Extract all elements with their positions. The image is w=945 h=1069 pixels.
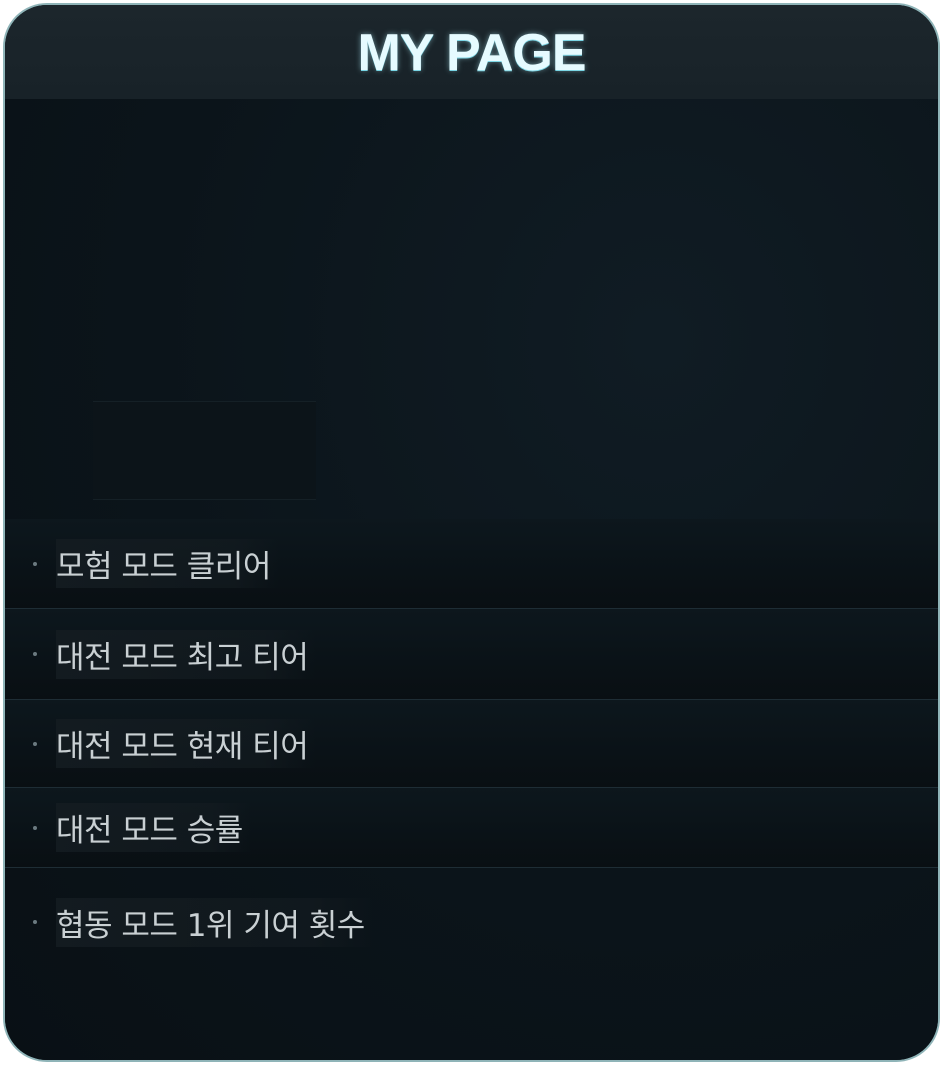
page-title: MY PAGE [357, 24, 586, 82]
stat-row-battle-current-tier: 대전 모드 현재 티어 [5, 700, 938, 788]
bullet-icon [33, 561, 37, 566]
stat-list: 모험 모드 클리어 대전 모드 최고 티어 대전 모드 현재 티어 대전 모드 … [5, 519, 938, 976]
stat-row-adventure-clear: 모험 모드 클리어 [5, 519, 938, 609]
panel-header: MY PAGE [5, 5, 938, 99]
stat-label: 협동 모드 1위 기여 횟수 [56, 897, 373, 947]
bullet-icon [33, 920, 37, 924]
panel-content: 모험 모드 클리어 대전 모드 최고 티어 대전 모드 현재 티어 대전 모드 … [5, 99, 938, 1060]
stat-row-coop-first-contribution: 협동 모드 1위 기여 횟수 [5, 868, 938, 976]
stat-label: 대전 모드 최고 티어 [56, 629, 317, 679]
bullet-icon [33, 825, 37, 830]
stat-row-battle-win-rate: 대전 모드 승률 [5, 788, 938, 868]
stat-label: 모험 모드 클리어 [56, 539, 279, 588]
profile-image-placeholder [93, 401, 316, 500]
bullet-icon [33, 741, 37, 746]
stat-row-battle-best-tier: 대전 모드 최고 티어 [5, 609, 938, 700]
stat-label: 대전 모드 현재 티어 [56, 719, 317, 768]
bullet-icon [33, 652, 37, 656]
my-page-panel: MY PAGE 모험 모드 클리어 대전 모드 최고 티어 대전 모드 현재 티… [3, 3, 940, 1062]
stat-label: 대전 모드 승률 [56, 803, 251, 852]
